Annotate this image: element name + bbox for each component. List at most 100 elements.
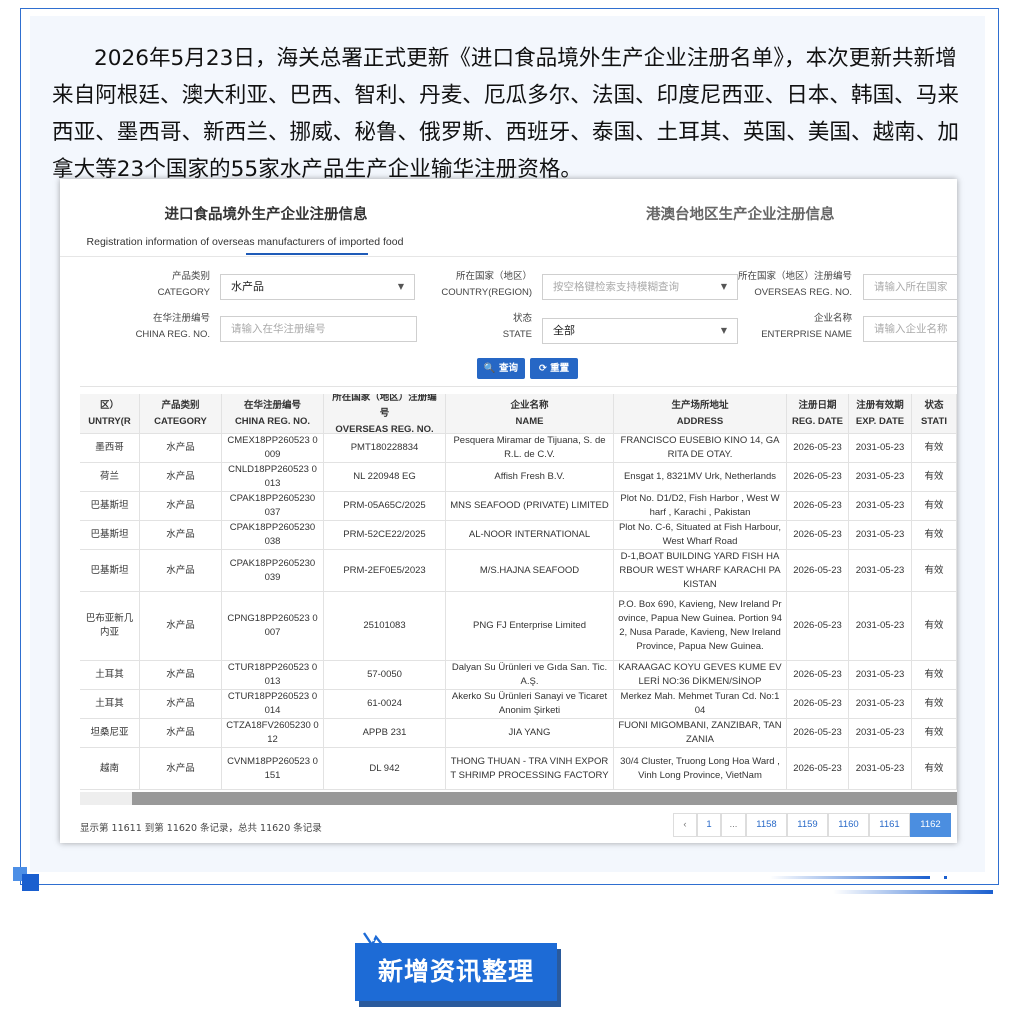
table-cell: CPAK18PP2605230 037 [222,492,324,521]
table-cell: THONG THUAN - TRA VINH EXPORT SHRIMP PRO… [446,748,614,790]
table-cell: 水产品 [140,592,222,661]
table-cell: Plot No. D1/D2, Fish Harbor , West Wharf… [614,492,787,521]
table-cell: Pesquera Miramar de Tijuana, S. de R.L. … [446,434,614,463]
table-cell: APPB 231 [324,719,446,748]
chevron-down-icon: ▼ [720,326,727,335]
overseas-reg-input[interactable]: 请输入所在国家 [863,274,957,300]
table-cell: M/S.HAJNA SEAFOOD [446,550,614,592]
table-cell: CVNM18PP260523 0151 [222,748,324,790]
table-cell: 水产品 [140,719,222,748]
table-cell: KARAAGAC KOYU GEVES KUME EVLERİ NO:36 Dİ… [614,661,787,690]
query-button[interactable]: 🔍 查询 [477,358,525,379]
table-cell: 2026-05-23 [787,592,849,661]
page-button[interactable]: 1160 [828,813,869,837]
enterprise-label: 企业名称 ENTERPRISE NAME [761,313,852,340]
tab-hk-macao-taiwan[interactable]: 港澳台地区生产企业注册信息 [646,203,835,224]
china-reg-input[interactable]: 请输入在华注册编号 [220,316,417,342]
tab-divider [60,256,957,257]
table-cell: 有效 [912,592,957,661]
page-button[interactable]: 1 [697,813,721,837]
table-cell: 水产品 [140,550,222,592]
page-button[interactable]: 1158 [746,813,787,837]
table-cell: 2031-05-23 [849,748,912,790]
table-header-cell: 所在国家（地区）注册编号 OVERSEAS REG. NO. [324,394,446,434]
table-header-cell: 企业名称 NAME [446,394,614,434]
table-cell: Affish Fresh B.V. [446,463,614,492]
enterprise-input[interactable]: 请输入企业名称 [863,316,957,342]
reset-button[interactable]: ⟳ 重置 [530,358,578,379]
table-cell: 巴基斯坦 [80,492,140,521]
table-cell: CPAK18PP2605230 039 [222,550,324,592]
page-button[interactable]: 1162 [910,813,951,837]
table-cell: 2026-05-23 [787,748,849,790]
table-cell: 2031-05-23 [849,661,912,690]
record-count: 显示第 11611 到第 11620 条记录，总共 11620 条记录 [80,823,322,834]
page-button[interactable]: 1161 [869,813,910,837]
hook-icon [363,932,385,948]
table-cell: Ensgat 1, 8321MV Urk, Netherlands [614,463,787,492]
table-cell: PRM-52CE22/2025 [324,521,446,550]
table-cell: FRANCISCO EUSEBIO KINO 14, GARITA DE OTA… [614,434,787,463]
scrollbar-thumb[interactable] [132,792,957,805]
page-button[interactable]: ... [721,813,746,837]
table-header-cell: 注册有效期 EXP. DATE [849,394,912,434]
table-cell: 2026-05-23 [787,492,849,521]
table-cell: PRM-2EF0E5/2023 [324,550,446,592]
tab-title: 进口食品境外生产企业注册信息 [164,207,368,223]
table-cell: Akerko Su Ürünleri Sanayi ve Ticaret Ano… [446,690,614,719]
table-cell: 墨西哥 [80,434,140,463]
table-cell: 30/4 Cluster, Truong Long Hoa Ward , Vin… [614,748,787,790]
table-cell: PRM-05A65C/2025 [324,492,446,521]
table-cell: 巴布亚新几内亚 [80,592,140,661]
country-label: 所在国家（地区） COUNTRY(REGION) [441,271,532,298]
divider-line [770,876,930,879]
category-select[interactable]: 水产品 ▼ [220,274,415,300]
table-header-cell: 产品类别 CATEGORY [140,394,222,434]
table-cell: 有效 [912,719,957,748]
filter-divider [80,386,957,387]
tab-overseas-manufacturers[interactable]: 进口食品境外生产企业注册信息 Registration information … [60,203,430,248]
table-cell: 土耳其 [80,690,140,719]
table-cell: 2031-05-23 [849,434,912,463]
table-cell: 2026-05-23 [787,719,849,748]
table-cell: 25101083 [324,592,446,661]
table-cell: 2031-05-23 [849,463,912,492]
table-cell: 水产品 [140,690,222,719]
table-cell: 水产品 [140,661,222,690]
china-reg-label: 在华注册编号 CHINA REG. NO. [135,313,210,340]
table-cell: 水产品 [140,463,222,492]
table-cell: 有效 [912,550,957,592]
table-cell: PNG FJ Enterprise Limited [446,592,614,661]
table-header-cell: 状态 STATI [912,394,957,434]
table-cell: 有效 [912,748,957,790]
page-button[interactable]: ‹ [673,813,697,837]
table-cell: 坦桑尼亚 [80,719,140,748]
table-cell: CTUR18PP260523 0014 [222,690,324,719]
table-cell: 2031-05-23 [849,492,912,521]
table-cell: Dalyan Su Ürünleri ve Gıda San. Tic. A.Ş… [446,661,614,690]
table-cell: 越南 [80,748,140,790]
table-cell: 2031-05-23 [849,550,912,592]
table-cell: DL 942 [324,748,446,790]
table-cell: CPNG18PP260523 0007 [222,592,324,661]
state-select[interactable]: 全部 ▼ [542,318,738,344]
table-cell: 57-0050 [324,661,446,690]
table-cell: Merkez Mah. Mehmet Turan Cd. No:104 [614,690,787,719]
table-cell: CPAK18PP2605230 038 [222,521,324,550]
table-cell: 水产品 [140,434,222,463]
page-button[interactable]: 1159 [787,813,828,837]
tab-subtitle: Registration information of overseas man… [86,236,404,248]
country-select[interactable]: 按空格键检索支持模糊查询 ▼ [542,274,738,300]
table-cell: PMT180228834 [324,434,446,463]
table-cell: P.O. Box 690, Kavieng, New Ireland Provi… [614,592,787,661]
chevron-down-icon: ▼ [397,282,404,291]
table-cell: 2026-05-23 [787,521,849,550]
table-header-cell: 在华注册编号 CHINA REG. NO. [222,394,324,434]
table-cell: MNS SEAFOOD (PRIVATE) LIMITED [446,492,614,521]
table-cell: FUONI MIGOMBANI, ZANZIBAR, TANZANIA [614,719,787,748]
horizontal-scrollbar[interactable] [80,792,957,805]
divider-dot [944,876,947,879]
table-cell: 2026-05-23 [787,550,849,592]
chevron-down-icon: ▼ [720,282,727,291]
table-cell: 2026-05-23 [787,661,849,690]
